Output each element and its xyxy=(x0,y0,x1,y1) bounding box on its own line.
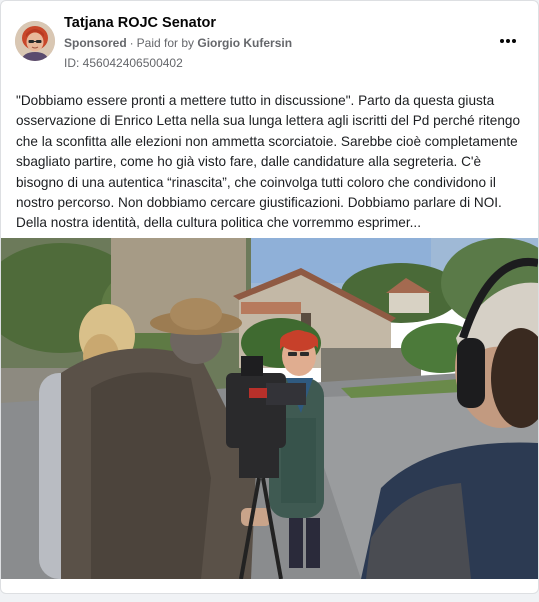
more-horizontal-icon xyxy=(500,39,516,43)
sponsored-label: Sponsored xyxy=(64,36,127,50)
separator-dot: · xyxy=(129,36,134,50)
ad-id: ID: 456042406500402 xyxy=(64,56,183,70)
profile-photo xyxy=(15,21,55,61)
street-interview-photo xyxy=(1,238,538,579)
sponsor-line: Sponsored · Paid for by Giorgio Kufersin xyxy=(64,36,292,50)
post-text: "Dobbiamo essere pronti a mettere tutto … xyxy=(16,93,521,231)
post-photo[interactable] xyxy=(1,238,538,579)
ad-post-card: Tatjana ROJC Senator Sponsored · Paid for … xyxy=(0,0,539,594)
post-header: Tatjana ROJC Senator Sponsored · Paid for … xyxy=(1,1,538,81)
more-options-button[interactable] xyxy=(496,29,520,53)
paid-for-by-label: Paid for by xyxy=(136,36,195,50)
payer-name[interactable]: Giorgio Kufersin xyxy=(197,36,292,50)
avatar[interactable] xyxy=(15,21,55,61)
author-name[interactable]: Tatjana ROJC Senator xyxy=(64,15,216,31)
